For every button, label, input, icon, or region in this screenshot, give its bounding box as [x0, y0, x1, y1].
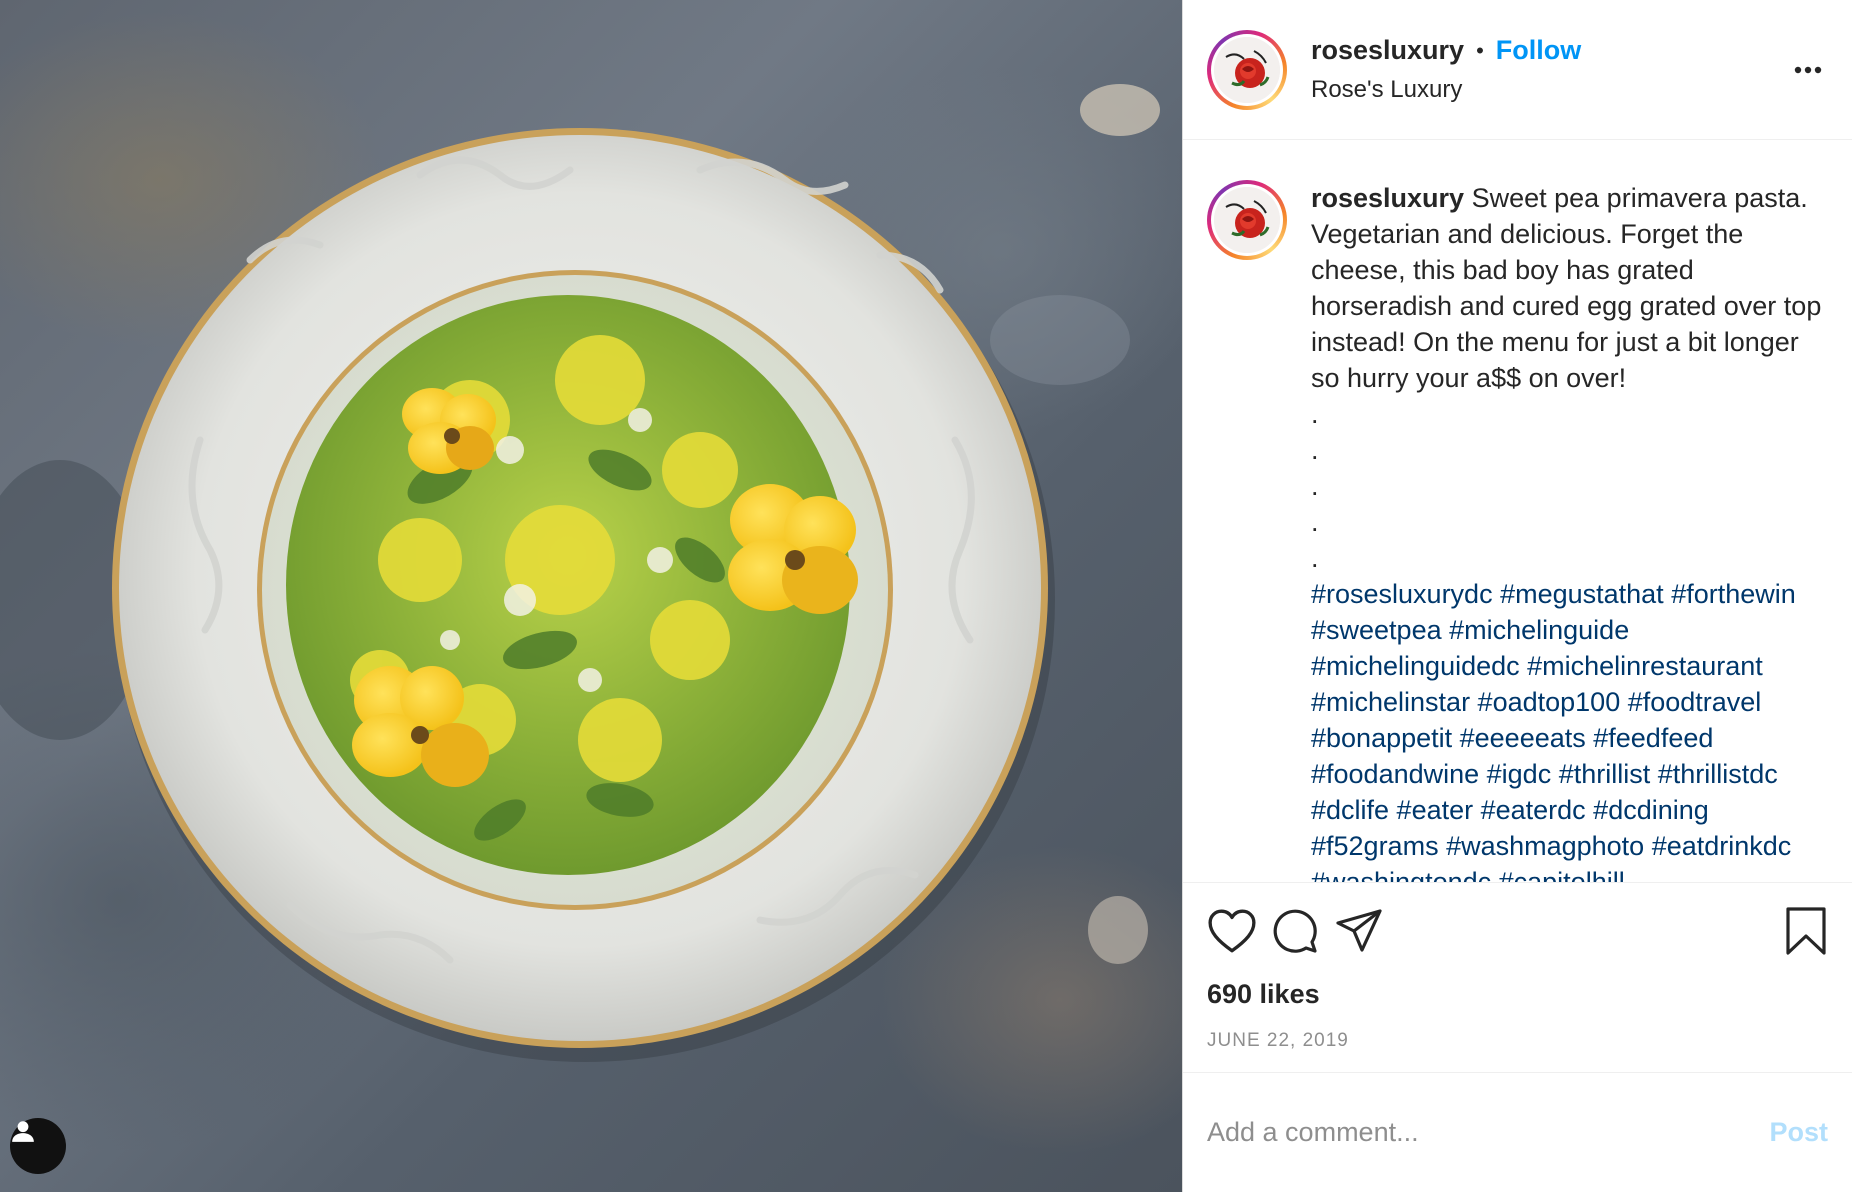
- follow-button[interactable]: Follow: [1496, 35, 1581, 66]
- comments-section[interactable]: rosesluxury Sweet pea primavera pasta. V…: [1183, 140, 1852, 882]
- rose-logo-icon: [1214, 36, 1280, 103]
- comment-icon: [1273, 909, 1317, 953]
- save-button[interactable]: [1764, 901, 1828, 961]
- post-photo[interactable]: [0, 0, 1182, 1192]
- hashtags[interactable]: #rosesluxurydc #megustathat #forthewin #…: [1311, 579, 1803, 882]
- like-button[interactable]: [1207, 901, 1271, 961]
- pasta-dish-image: [0, 84, 1160, 1062]
- action-row: [1207, 883, 1828, 979]
- likes-count[interactable]: 690 likes: [1207, 979, 1828, 1010]
- paper-plane-icon: [1336, 909, 1382, 952]
- location-link[interactable]: Rose's Luxury: [1311, 76, 1581, 104]
- more-options-button[interactable]: [1788, 50, 1828, 90]
- header-text: rosesluxury • Follow Rose's Luxury: [1311, 35, 1581, 104]
- rose-logo-icon: [1214, 187, 1280, 253]
- instagram-post: rosesluxury • Follow Rose's Luxury roses…: [0, 0, 1852, 1192]
- flower-top-left: [402, 388, 496, 474]
- caption: rosesluxury Sweet pea primavera pasta. V…: [1207, 180, 1828, 882]
- comment-button[interactable]: [1271, 901, 1335, 961]
- caption-avatar[interactable]: [1207, 180, 1287, 260]
- separator-dot: •: [1476, 37, 1484, 63]
- post-sidebar: rosesluxury • Follow Rose's Luxury roses…: [1182, 0, 1852, 1192]
- post-comment-button[interactable]: Post: [1769, 1117, 1828, 1148]
- user-icon: [12, 1121, 34, 1142]
- actions-area: 690 likes JUNE 22, 2019: [1183, 882, 1852, 1072]
- post-header: rosesluxury • Follow Rose's Luxury: [1183, 0, 1852, 140]
- post-date[interactable]: JUNE 22, 2019: [1207, 1030, 1828, 1052]
- caption-username[interactable]: rosesluxury: [1311, 183, 1464, 213]
- share-button[interactable]: [1335, 901, 1399, 961]
- tagged-people-button[interactable]: [10, 1118, 66, 1174]
- flower-right: [728, 484, 858, 614]
- username-link[interactable]: rosesluxury: [1311, 35, 1464, 66]
- caption-text: rosesluxury Sweet pea primavera pasta. V…: [1311, 180, 1828, 882]
- more-options-icon: [1794, 66, 1822, 73]
- caption-dots: . . . . .: [1311, 399, 1319, 573]
- caption-body: Sweet pea primavera pasta. Vegetarian an…: [1311, 183, 1829, 393]
- comment-input[interactable]: [1207, 1117, 1770, 1148]
- avatar[interactable]: [1207, 29, 1287, 110]
- comment-bar: Post: [1183, 1072, 1852, 1192]
- bookmark-icon: [1786, 907, 1826, 955]
- heart-icon: [1208, 909, 1256, 953]
